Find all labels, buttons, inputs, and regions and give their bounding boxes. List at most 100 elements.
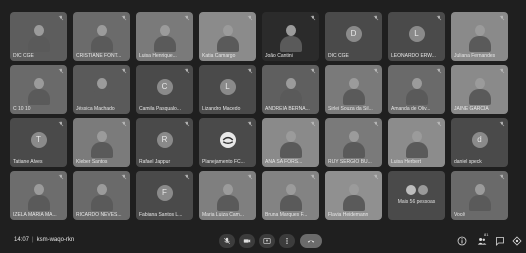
participant-name: Lizandro Macedo bbox=[202, 106, 241, 112]
participant-video bbox=[279, 182, 302, 211]
more-options-button[interactable] bbox=[279, 234, 295, 248]
participant-tile[interactable]: R Rafael Jappur bbox=[136, 118, 193, 167]
mic-muted-icon bbox=[121, 174, 127, 182]
info-button[interactable] bbox=[456, 235, 468, 247]
participant-tile[interactable]: Planejamento FC... bbox=[199, 118, 256, 167]
participant-tile[interactable]: F Fabiana Santos L... bbox=[136, 171, 193, 220]
participant-tile[interactable]: Você bbox=[451, 171, 508, 220]
participant-tile[interactable]: Katia Camargo bbox=[199, 12, 256, 61]
participant-tile[interactable]: Jéssica Machado bbox=[73, 65, 130, 114]
more-participants-tile[interactable]: Mais 56 pessoas bbox=[388, 171, 445, 220]
mic-muted-icon bbox=[58, 15, 64, 23]
camera-button[interactable] bbox=[239, 234, 255, 248]
mic-muted-icon bbox=[373, 174, 379, 182]
participant-tile[interactable]: ANDRÉIA BERNA... bbox=[262, 65, 319, 114]
participant-tile[interactable]: Luisa Henrique... bbox=[136, 12, 193, 61]
participant-tile[interactable]: C 10 10 bbox=[10, 65, 67, 114]
meeting-time: 14:07 bbox=[14, 237, 30, 243]
participant-video bbox=[468, 182, 491, 211]
participant-tile[interactable]: JAINE GARCIA bbox=[451, 65, 508, 114]
participant-tile[interactable]: d daniel speck bbox=[451, 118, 508, 167]
activities-button[interactable] bbox=[511, 235, 523, 247]
mic-muted-icon bbox=[121, 15, 127, 23]
participant-tile[interactable]: ANA SA FORS... bbox=[262, 118, 319, 167]
mic-muted-icon bbox=[373, 121, 379, 129]
participant-tile[interactable]: T Tatiane Alves bbox=[10, 118, 67, 167]
participant-tile[interactable]: Flavia Heidemann bbox=[325, 171, 382, 220]
meeting-info: 14:07 | ksm-waqo-rkn bbox=[14, 237, 75, 243]
participant-name: C 10 10 bbox=[13, 106, 31, 112]
participant-tile[interactable]: IZELA MARIA MA... bbox=[10, 171, 67, 220]
participant-name: Flavia Heidemann bbox=[328, 212, 369, 218]
participant-video bbox=[279, 129, 302, 158]
participant-name: Fabiana Santos L... bbox=[139, 212, 183, 218]
participant-name: JAINE GARCIA bbox=[454, 106, 489, 112]
people-icon bbox=[477, 238, 487, 245]
mic-muted-icon bbox=[499, 68, 505, 76]
logo-icon bbox=[219, 131, 236, 148]
avatar: L bbox=[408, 25, 425, 42]
participant-name: Jéssica Machado bbox=[76, 106, 115, 112]
participant-tile[interactable]: Luisa Herbert bbox=[388, 118, 445, 167]
chat-icon bbox=[496, 237, 504, 246]
participant-video bbox=[27, 23, 50, 52]
participant-name: Camila Pasqualo... bbox=[139, 106, 181, 112]
participant-tile[interactable]: Bruna Marques F... bbox=[262, 171, 319, 220]
info-icon bbox=[457, 236, 467, 246]
mic-muted-icon bbox=[373, 15, 379, 23]
mic-muted-icon bbox=[58, 121, 64, 129]
mic-muted-icon bbox=[58, 68, 64, 76]
participant-tile[interactable]: D DIC CGE bbox=[325, 12, 382, 61]
mic-muted-icon bbox=[499, 121, 505, 129]
chat-button[interactable] bbox=[494, 235, 506, 247]
mic-muted-icon bbox=[436, 15, 442, 23]
participant-tile[interactable]: Maria Luiza Cam... bbox=[199, 171, 256, 220]
participant-name: Planejamento FC... bbox=[202, 159, 245, 165]
people-count-badge: 81 bbox=[484, 232, 489, 237]
mic-muted-icon bbox=[184, 174, 190, 182]
mic-muted-icon bbox=[184, 121, 190, 129]
hang-up-button[interactable] bbox=[300, 234, 322, 248]
meeting-code: ksm-waqo-rkn bbox=[36, 237, 75, 243]
participant-tile[interactable]: CRISTIANE FONT... bbox=[73, 12, 130, 61]
participant-tile[interactable]: Kleber Santos bbox=[73, 118, 130, 167]
hangup-icon bbox=[307, 240, 315, 243]
more-icon bbox=[286, 238, 288, 244]
mic-muted-icon bbox=[310, 15, 316, 23]
participant-tile[interactable]: Amanda de Oliv... bbox=[388, 65, 445, 114]
participant-tile[interactable]: L LEONARDO ERW... bbox=[388, 12, 445, 61]
participant-video bbox=[90, 129, 113, 158]
mic-muted-icon bbox=[310, 121, 316, 129]
participant-name: Luisa Herbert bbox=[391, 159, 422, 165]
mic-muted-icon bbox=[436, 68, 442, 76]
mic-muted-icon bbox=[247, 68, 253, 76]
mic-button[interactable] bbox=[219, 234, 235, 248]
mic-muted-icon bbox=[184, 68, 190, 76]
participant-tile[interactable]: RICARDO NEVES... bbox=[73, 171, 130, 220]
participant-tile[interactable]: C Camila Pasqualo... bbox=[136, 65, 193, 114]
mic-muted-icon bbox=[310, 68, 316, 76]
participant-tile[interactable]: João Cantini bbox=[262, 12, 319, 61]
present-button[interactable] bbox=[259, 234, 275, 248]
participant-tile[interactable]: Juliana Fernandes bbox=[451, 12, 508, 61]
mic-muted-icon bbox=[373, 68, 379, 76]
participant-video bbox=[279, 23, 302, 52]
avatar: L bbox=[219, 78, 236, 95]
participant-video bbox=[342, 129, 365, 158]
participant-tile[interactable]: DIC CGE bbox=[10, 12, 67, 61]
participant-name: daniel speck bbox=[454, 159, 482, 165]
participant-video bbox=[468, 23, 491, 52]
avatar: F bbox=[156, 184, 173, 201]
participant-video bbox=[405, 76, 428, 105]
participant-tile[interactable]: Sirlei Souza da Sil... bbox=[325, 65, 382, 114]
participant-name: ANDRÉIA BERNA... bbox=[265, 106, 310, 112]
participant-video bbox=[90, 76, 113, 105]
mic-muted-icon bbox=[184, 15, 190, 23]
participant-video bbox=[342, 76, 365, 105]
mic-muted-icon bbox=[121, 121, 127, 129]
participant-video bbox=[216, 182, 239, 211]
participant-name: IZELA MARIA MA... bbox=[13, 212, 57, 218]
participant-tile[interactable]: L Lizandro Macedo bbox=[199, 65, 256, 114]
present-icon bbox=[263, 238, 271, 244]
participant-tile[interactable]: RUY SERGIO BU... bbox=[325, 118, 382, 167]
